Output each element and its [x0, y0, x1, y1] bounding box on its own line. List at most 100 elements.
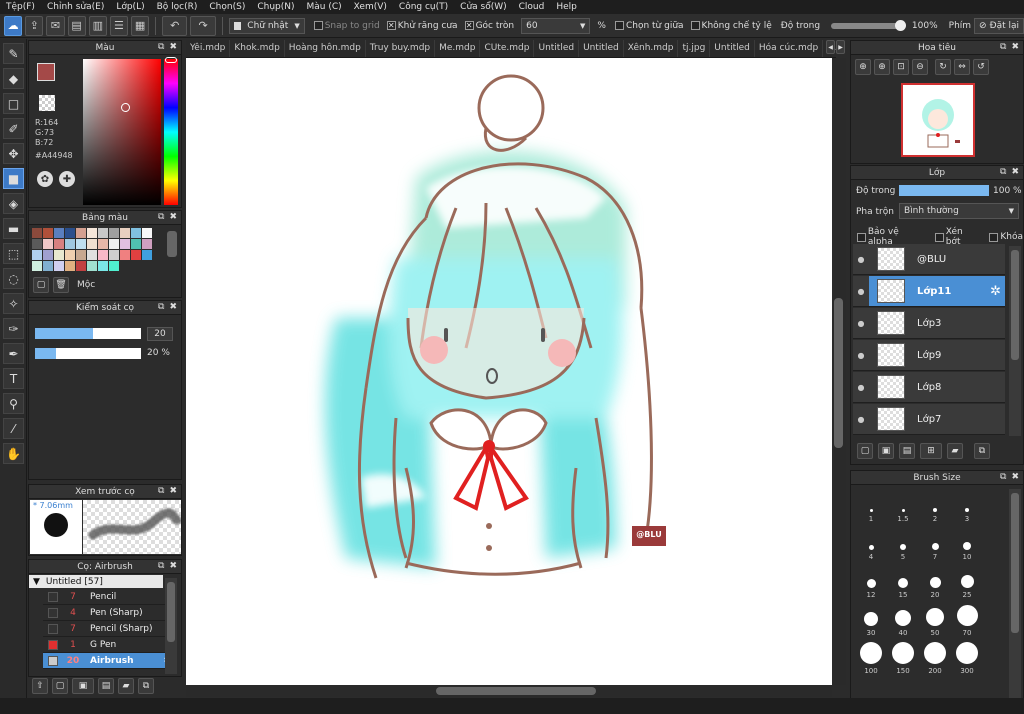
tab-document[interactable]: Truy buy.mdp [366, 40, 436, 57]
menu-edit[interactable]: Chỉnh sửa(E) [47, 2, 104, 12]
brush-item[interactable]: 7 Pencil (Sharp) [43, 621, 175, 637]
select-center-checkbox[interactable]: Chọn từ giữa [614, 21, 684, 31]
list-icon[interactable]: ☰ [109, 15, 129, 36]
folder-icon[interactable]: ▰ [947, 443, 963, 459]
zoom-out-icon[interactable]: ⊖ [912, 59, 928, 75]
palette-add-icon[interactable]: ✚ [59, 171, 75, 187]
cloud-icon[interactable]: ☁ [4, 15, 23, 36]
canvas-hscroll[interactable] [186, 685, 832, 697]
palette-swatch[interactable] [87, 261, 97, 271]
add-layer-icon[interactable]: ⊞ [920, 443, 942, 459]
menu-layer[interactable]: Lớp(L) [116, 2, 144, 12]
trash-icon[interactable]: 🗑 [53, 277, 69, 293]
brush-size-option[interactable]: 200 [919, 641, 951, 675]
palette-swatch[interactable] [43, 239, 53, 249]
fit-icon[interactable]: ⊡ [893, 59, 909, 75]
transparent-swatch[interactable] [39, 95, 55, 111]
canvas-vscroll[interactable] [832, 58, 846, 685]
brush-size-option[interactable]: 40 [887, 603, 919, 637]
popout-icon[interactable]: ⧉ [1000, 472, 1006, 482]
close-icon[interactable]: ✖ [1011, 42, 1019, 52]
palette-scrollbar[interactable] [167, 231, 177, 257]
brush-size-scrollbar[interactable] [1009, 489, 1021, 701]
palette-swatch[interactable] [43, 228, 53, 238]
brush-edit-icon[interactable]: ✐ [3, 118, 24, 139]
palette-swatch[interactable] [98, 228, 108, 238]
move-tool-icon[interactable]: ✥ [3, 143, 24, 164]
scroll-thumb[interactable] [1011, 493, 1019, 633]
palette-swatch[interactable] [76, 250, 86, 260]
scroll-thumb[interactable] [167, 582, 175, 642]
text-tool-icon[interactable]: T [3, 368, 24, 389]
brush-size-option[interactable]: 30 [855, 603, 887, 637]
rect-tool-icon[interactable]: □ [3, 93, 24, 114]
brush-list-scrollbar[interactable] [165, 578, 177, 674]
palette-swatch[interactable] [54, 261, 64, 271]
grid-icon[interactable]: ▦ [131, 15, 150, 36]
tab-document[interactable]: Me.mdp [435, 40, 481, 57]
scroll-thumb[interactable] [834, 298, 843, 448]
new-layer-halftone-icon[interactable]: ▤ [899, 443, 915, 459]
palette-swatch[interactable] [65, 239, 75, 249]
reset-button[interactable]: ⊘ Đặt lại [974, 17, 1024, 34]
palette-swatch[interactable] [98, 239, 108, 249]
palette-swatch[interactable] [98, 250, 108, 260]
drawing-canvas[interactable]: @BLU [186, 58, 832, 685]
palette-swatch[interactable] [65, 261, 75, 271]
popout-icon[interactable]: ⧉ [158, 302, 164, 312]
layer-scrollbar[interactable] [1009, 246, 1021, 436]
popout-icon[interactable]: ⧉ [158, 486, 164, 496]
palette-icon[interactable]: ✿ [37, 171, 53, 187]
brush-size-option[interactable]: 15 [887, 565, 919, 599]
menu-select[interactable]: Chọn(S) [209, 2, 245, 12]
round-corner-checkbox[interactable]: ✕ Góc tròn [464, 21, 514, 31]
brush-size-option[interactable]: 25 [951, 565, 983, 599]
close-icon[interactable]: ✖ [169, 561, 177, 571]
close-icon[interactable]: ✖ [169, 212, 177, 222]
comment-icon[interactable]: ✉ [46, 15, 65, 36]
palette-swatch[interactable] [142, 228, 152, 238]
select-eraser-icon[interactable]: ✒ [3, 343, 24, 364]
menu-file[interactable]: Tệp(F) [6, 2, 35, 12]
layer-item[interactable]: ● @BLU [853, 244, 1005, 275]
palette-swatch[interactable] [65, 250, 75, 260]
palette-swatch[interactable] [98, 261, 108, 271]
new-palette-icon[interactable]: ▢ [33, 277, 49, 293]
popout-icon[interactable]: ⧉ [158, 212, 164, 222]
brush-size-option[interactable]: 1 [855, 489, 887, 523]
popout-icon[interactable]: ⧉ [158, 561, 164, 571]
tab-document[interactable]: Khok.mdp [230, 40, 285, 57]
zoom-in-icon[interactable]: ⊕ [874, 59, 890, 75]
duplicate-icon[interactable]: ⧉ [138, 678, 154, 694]
palette-swatch[interactable] [54, 239, 64, 249]
palette-swatch[interactable] [65, 228, 75, 238]
palette-swatch[interactable] [109, 250, 119, 260]
layer-item[interactable]: ● Lớp7 [853, 404, 1005, 435]
visibility-icon[interactable]: ● [853, 276, 869, 306]
new-layer-icon[interactable]: ▢ [857, 443, 873, 459]
tab-document[interactable]: Untitled [534, 40, 580, 57]
hand-icon[interactable]: ✋ [3, 443, 24, 464]
tab-document[interactable]: Xênh.mdp [624, 40, 679, 57]
palette-swatch[interactable] [76, 239, 86, 249]
magic-wand-icon[interactable]: ✧ [3, 293, 24, 314]
palette-swatch[interactable] [120, 250, 130, 260]
menu-view[interactable]: Xem(V) [354, 2, 387, 12]
brush-group[interactable]: ▼ Untitled [57] [29, 575, 163, 588]
antialias-checkbox[interactable]: ✕ Khử răng cưa [386, 21, 458, 31]
brush-size-option[interactable]: 1.5 [887, 489, 919, 523]
brush-item[interactable]: 1 G Pen [43, 637, 175, 653]
palette-swatch[interactable] [109, 228, 119, 238]
brush-size-option[interactable]: 70 [951, 603, 983, 637]
foreground-color[interactable] [37, 63, 55, 81]
palette-swatch[interactable] [131, 250, 141, 260]
brush-size-option[interactable]: 10 [951, 527, 983, 561]
menu-color[interactable]: Màu (C) [307, 2, 342, 12]
layer-item[interactable]: ● Lớp3 [853, 308, 1005, 339]
layer-item[interactable]: ● Lớp8 [853, 372, 1005, 403]
undo-icon[interactable]: ↶ [162, 15, 188, 36]
brush-size-option[interactable]: 7 [919, 527, 951, 561]
brush-size-option[interactable]: 20 [919, 565, 951, 599]
palette-swatch[interactable] [87, 239, 97, 249]
visibility-icon[interactable]: ● [853, 372, 869, 402]
